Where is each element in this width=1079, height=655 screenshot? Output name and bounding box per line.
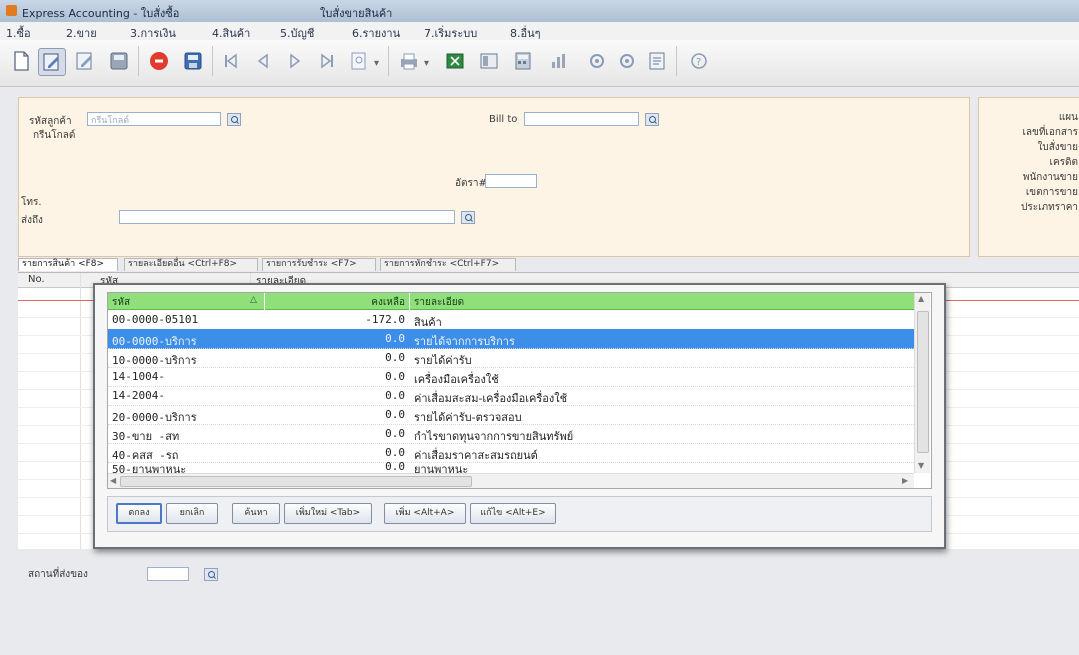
title-bar: Express Accounting - ใบสั่งซื้อ ใบสั่งขา…	[0, 0, 1079, 23]
new-doc-icon[interactable]	[8, 48, 34, 74]
ship-to-label: ส่งถึง	[21, 215, 43, 226]
header-form-panel: รหัสลูกค้า กรีนโกลด์ กรีนโกลด์ Bill to อ…	[18, 97, 970, 257]
lookup-button-bar: ตกลง ยกเลิก ค้นหา เพิ่มใหม่ <Tab> เพิ่ม …	[107, 496, 932, 532]
lookup-col-balance[interactable]: คงเหลือ	[265, 293, 409, 310]
tab-other-details[interactable]: รายละเอียดอื่น <Ctrl+F8>	[124, 258, 258, 271]
bill-no-label: Bill to	[489, 114, 518, 125]
calculator-icon[interactable]	[510, 48, 536, 74]
save-icon[interactable]	[180, 48, 206, 74]
delivery-place-input[interactable]	[147, 567, 189, 581]
lookup-row[interactable]: 14-2004- 0.0 ค่าเสื่อมสะสม-เครื่องมือเคร…	[108, 386, 914, 406]
lookup-row[interactable]: 20-0000-บริการ 0.0 รายได้ค่ารับ-ตรวจสอบ	[108, 405, 914, 425]
first-record-icon[interactable]	[218, 48, 244, 74]
previous-record-icon[interactable]	[250, 48, 276, 74]
right-label-6: ประเภทราคา	[1021, 202, 1078, 213]
tab-deductions[interactable]: รายการหักชำระ <Ctrl+F7>	[380, 258, 516, 271]
lookup-row[interactable]: 50-ยานพาหนะ 0.0 ยานพาหนะ	[108, 459, 914, 474]
delivery-place-lookup-icon[interactable]	[204, 568, 218, 581]
lookup-col-code[interactable]: รหัส △	[108, 293, 264, 310]
customer-code-input[interactable]: กรีนโกลด์	[87, 112, 221, 126]
help-icon[interactable]: ?	[686, 48, 712, 74]
rate-input[interactable]	[485, 174, 537, 188]
right-label-2: ใบสั่งขาย	[1037, 142, 1078, 153]
customer-name: กรีนโกลด์	[33, 130, 76, 141]
report-icon[interactable]	[644, 48, 670, 74]
stop-icon[interactable]	[146, 48, 172, 74]
excel-icon[interactable]	[442, 48, 468, 74]
toolbar: ▾ ▾ ?	[0, 40, 1079, 87]
search-record-icon[interactable]	[346, 48, 372, 74]
phone-label: โทร.	[21, 197, 42, 208]
cancel-button[interactable]: ยกเลิก	[166, 503, 218, 524]
add-button[interactable]: เพิ่ม <Alt+A>	[384, 503, 466, 524]
next-record-icon[interactable]	[282, 48, 308, 74]
right-label-4: พนักงานขาย	[1022, 172, 1078, 183]
right-label-0: แผน	[1058, 112, 1078, 123]
tab-receipts[interactable]: รายการรับชำระ <F7>	[262, 258, 376, 271]
lookup-row[interactable]: 14-1004- 0.0 เครื่องมือเครื่องใช้	[108, 367, 914, 387]
account-lookup-popup: รหัส △ คงเหลือ รายละเอียด 00-0000-05101 …	[93, 283, 946, 549]
window-title-right: ใบสั่งขายสินค้า	[320, 7, 393, 20]
app-icon	[6, 5, 17, 16]
col-no: No.	[28, 274, 45, 285]
chart-icon[interactable]	[546, 48, 572, 74]
bill-no-input[interactable]	[524, 112, 639, 126]
lookup-col-detail[interactable]: รายละเอียด	[410, 293, 914, 310]
ok-button[interactable]: ตกลง	[116, 503, 162, 524]
right-label-1: เลขที่เอกสาร	[1022, 127, 1078, 138]
save-disk-icon[interactable]	[106, 48, 132, 74]
layout-icon[interactable]	[476, 48, 502, 74]
edit-alt-icon[interactable]	[72, 48, 98, 74]
menu-bar: 1.ซื้อ 2.ขาย 3.การเงิน 4.สินค้า 5.บัญชี …	[0, 22, 1079, 40]
lookup-row[interactable]: 10-0000-บริการ 0.0 รายได้ค่ารับ	[108, 348, 914, 368]
svg-text:?: ?	[696, 57, 701, 68]
window-title: Express Accounting - ใบสั่งซื้อ	[22, 7, 180, 20]
lookup-table: รหัส △ คงเหลือ รายละเอียด 00-0000-05101 …	[107, 292, 932, 489]
lookup-vertical-scrollbar[interactable]: ▲ ▼	[914, 293, 930, 473]
rate-label: อัตรา#	[455, 178, 487, 189]
last-record-icon[interactable]	[314, 48, 340, 74]
edit-button[interactable]: แก้ไข <Alt+E>	[470, 503, 556, 524]
tab-items[interactable]: รายการสินค้า <F8>	[18, 258, 118, 271]
add-new-tab-button[interactable]: เพิ่มใหม่ <Tab>	[284, 503, 372, 524]
document-info-panel: แผน เลขที่เอกสาร ใบสั่งขาย เครดิต พนักงา…	[978, 97, 1079, 257]
customer-lookup-icon[interactable]	[227, 113, 241, 126]
customer-code-label: รหัสลูกค้า	[29, 116, 72, 127]
right-label-5: เขตการขาย	[1025, 187, 1078, 198]
ship-to-input[interactable]	[119, 210, 455, 224]
tool-alt-icon[interactable]	[614, 48, 640, 74]
lookup-row-selected[interactable]: 00-0000-บริการ 0.0 รายได้จากการบริการ	[108, 329, 914, 349]
tool-icon[interactable]	[584, 48, 610, 74]
search-button[interactable]: ค้นหา	[232, 503, 280, 524]
edit-icon[interactable]	[38, 48, 66, 76]
lookup-horizontal-scrollbar[interactable]: ◀ ▶	[108, 473, 914, 488]
detail-tabs: รายการสินค้า <F8> รายละเอียดอื่น <Ctrl+F…	[18, 258, 1079, 271]
right-label-3: เครดิต	[1049, 157, 1078, 168]
ship-to-lookup-icon[interactable]	[461, 211, 475, 224]
bill-lookup-icon[interactable]	[645, 113, 659, 126]
lookup-row[interactable]: 00-0000-05101 -172.0 สินค้า	[108, 310, 914, 330]
lookup-row[interactable]: 30-ขาย -สท 0.0 กำไรขาดทุนจากการขายสินทรั…	[108, 424, 914, 444]
print-icon[interactable]	[396, 48, 422, 74]
delivery-place-label: สถานที่ส่งของ	[28, 569, 88, 580]
